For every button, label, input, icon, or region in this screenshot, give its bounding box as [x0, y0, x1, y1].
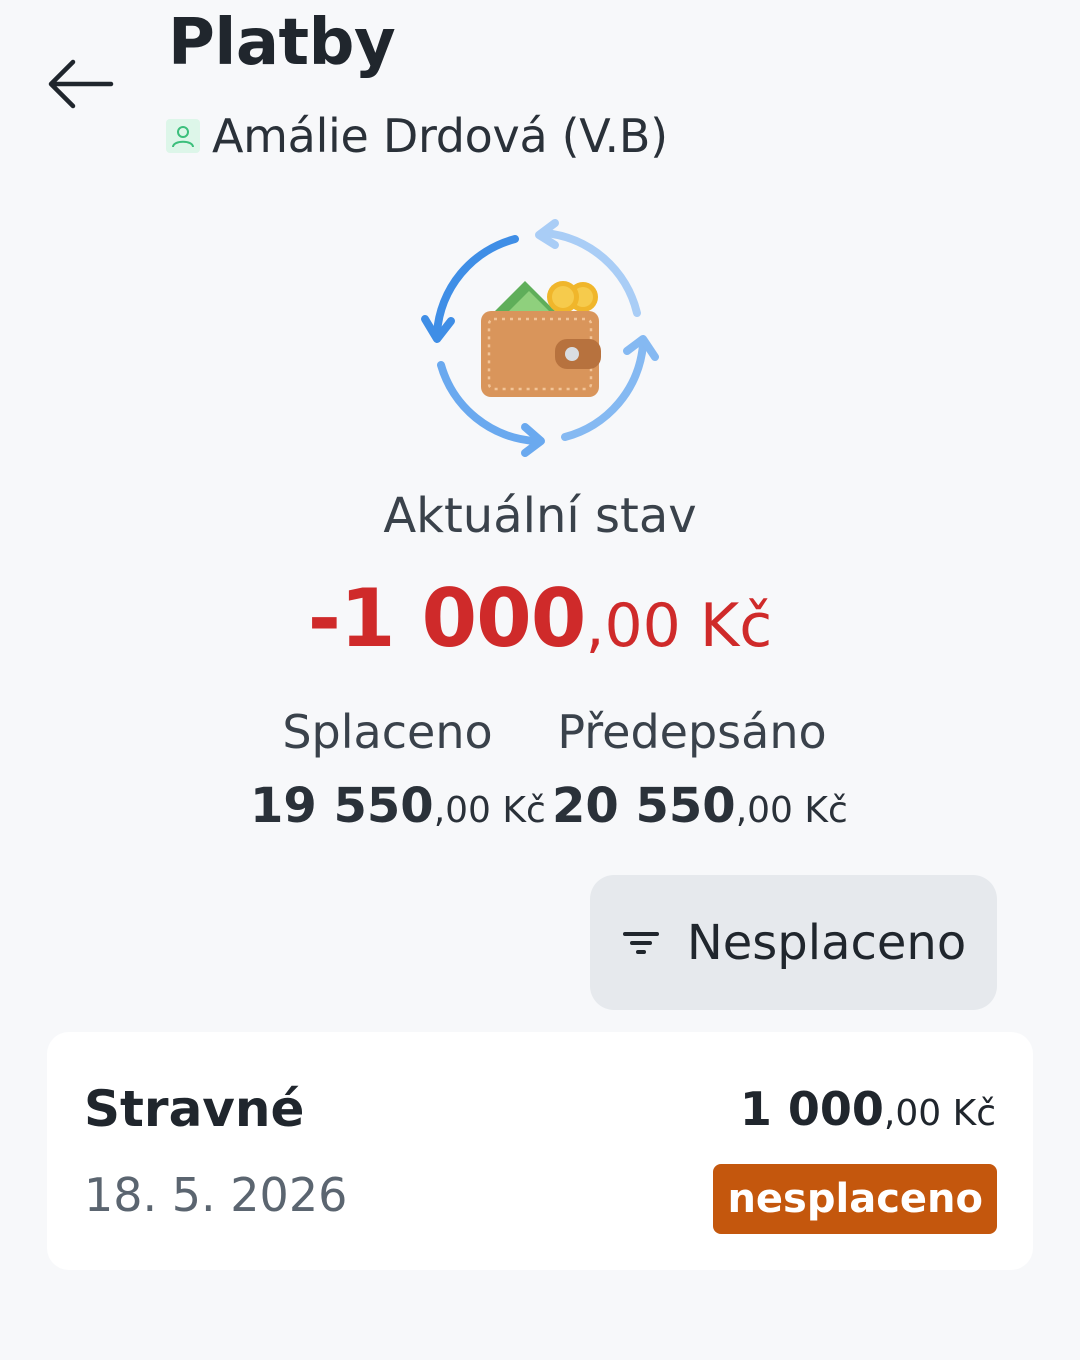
arrow-left-icon: [48, 59, 114, 109]
payment-amount-decimal: ,00 Kč: [883, 1093, 996, 1134]
paid-label: Splaceno: [282, 705, 493, 759]
payments-screen: Platby Amálie Drdová (V.B) Aktuální stav…: [0, 0, 1080, 1360]
payment-amount-main: 1 000: [739, 1082, 884, 1136]
prescribed-value: 20 550,00 Kč: [552, 778, 848, 834]
filter-label: Nesplaceno: [686, 914, 967, 971]
person-selector[interactable]: Amálie Drdová (V.B): [166, 106, 668, 166]
filter-icon: [622, 931, 659, 954]
balance-main: -1 000: [307, 572, 587, 665]
person-icon: [166, 119, 200, 153]
prescribed-label: Předepsáno: [557, 705, 827, 759]
current-balance: -1 000,00 Kč: [0, 572, 1080, 665]
page-title: Platby: [168, 6, 396, 80]
payment-date: 18. 5. 2026: [84, 1168, 348, 1222]
payment-title: Stravné: [84, 1080, 305, 1138]
paid-main: 19 550: [250, 778, 434, 834]
paid-decimal: ,00 Kč: [433, 790, 546, 831]
paid-summary: Splaceno 19 550,00 Kč: [250, 700, 546, 834]
person-name: Amálie Drdová (V.B): [212, 109, 668, 163]
paid-value: 19 550,00 Kč: [250, 778, 546, 834]
filter-button[interactable]: Nesplaceno: [590, 875, 997, 1010]
prescribed-main: 20 550: [552, 778, 736, 834]
prescribed-decimal: ,00 Kč: [735, 790, 848, 831]
back-button[interactable]: [38, 48, 122, 120]
payment-amount: 1 000,00 Kč: [740, 1082, 996, 1136]
balance-decimal: ,00 Kč: [585, 591, 773, 661]
wallet-refresh-icon: [421, 219, 659, 457]
status-label: Aktuální stav: [383, 488, 697, 544]
prescribed-summary: Předepsáno 20 550,00 Kč: [552, 700, 848, 834]
status-badge: nesplaceno: [713, 1164, 997, 1234]
payment-card[interactable]: Stravné 18. 5. 2026 1 000,00 Kč nesplace…: [47, 1032, 1033, 1270]
